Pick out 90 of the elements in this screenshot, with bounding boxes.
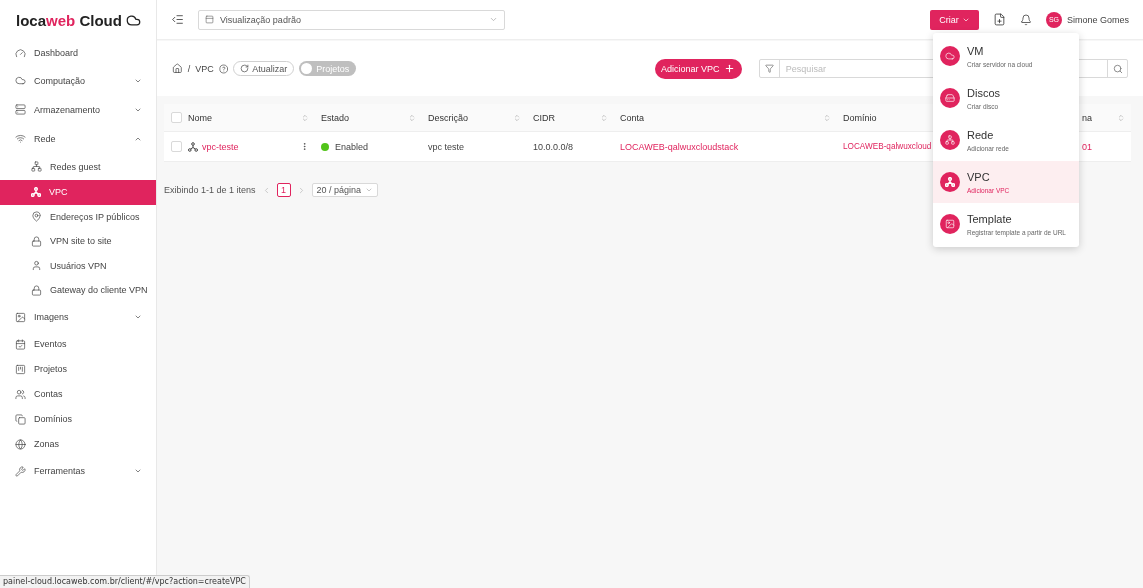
globe-icon: [15, 438, 26, 450]
chevron-down-icon: [134, 467, 142, 475]
search-icon[interactable]: [1112, 63, 1123, 74]
breadcrumb-item: VPC: [195, 63, 214, 74]
cloud-icon: [15, 75, 26, 86]
column-header: Conta: [620, 112, 646, 123]
filter-icon[interactable]: [764, 64, 774, 73]
breadcrumb-separator: /: [187, 63, 191, 74]
sidebar-item[interactable]: Redes guest: [0, 153, 156, 180]
server-icon: [15, 104, 26, 115]
sidebar-item[interactable]: Domínios: [0, 406, 156, 432]
cloud-icon: [125, 12, 141, 28]
lock-icon: [31, 235, 42, 247]
status-url: painel-cloud.locaweb.com.br/client/#/vpc?action=createVPC: [0, 575, 250, 588]
sidebar-item[interactable]: Contas: [0, 381, 156, 407]
calendar-icon: [15, 338, 26, 350]
map-pin-icon: [31, 211, 42, 223]
sidebar-item[interactable]: Computação: [0, 66, 156, 95]
column-header: Domínio: [843, 112, 878, 123]
sort-icon[interactable]: [301, 113, 309, 122]
help-icon[interactable]: [218, 63, 229, 74]
disk-icon: [940, 88, 960, 108]
refresh-icon: [240, 64, 250, 73]
logo: locaweb Cloud: [0, 0, 156, 40]
users-icon: [15, 388, 26, 400]
nodes-icon: [940, 172, 960, 192]
sort-icon[interactable]: [1117, 113, 1125, 122]
view-select[interactable]: Visualização padrão: [198, 9, 505, 30]
user-name[interactable]: Simone Gomes: [1066, 14, 1129, 25]
layout-icon: [205, 15, 214, 24]
checkbox[interactable]: [171, 112, 182, 123]
sidebar-item[interactable]: Zonas: [0, 431, 156, 457]
chevron-down-icon: [365, 186, 374, 194]
create-button[interactable]: Criar: [929, 9, 979, 30]
gauge-icon: [15, 47, 26, 59]
account-link[interactable]: LOCAWEB-qalwuxcloudstack: [620, 141, 739, 152]
sidebar-item[interactable]: Rede: [0, 124, 156, 153]
checkbox[interactable]: [171, 141, 182, 152]
wifi-icon: [15, 133, 26, 144]
domain-link[interactable]: LOCAWEB-qalwuxcloud: [843, 142, 932, 151]
plus-icon: [724, 63, 736, 74]
menu-fold-icon[interactable]: [171, 13, 184, 26]
nodes-icon: [188, 141, 198, 152]
more-icon[interactable]: [300, 142, 309, 151]
sidebar-item[interactable]: Dashboard: [0, 40, 156, 66]
page-button[interactable]: 1: [276, 183, 291, 197]
refresh-button[interactable]: Atualizar: [233, 61, 295, 76]
column-header: Nome: [188, 112, 213, 123]
vpc-link[interactable]: vpc-teste: [202, 141, 296, 152]
column-header: Estado: [321, 112, 351, 123]
file-plus-icon[interactable]: [992, 13, 1006, 26]
table-cell: vpc teste: [428, 141, 465, 152]
sidebar-item[interactable]: Armazenamento: [0, 95, 156, 124]
network-icon: [940, 130, 960, 150]
table-cell: 01: [1082, 141, 1092, 152]
image-icon: [15, 311, 26, 323]
page-size-select[interactable]: 20 / página: [311, 183, 379, 197]
sidebar-item[interactable]: VPC: [0, 180, 156, 205]
image-icon: [940, 214, 960, 234]
sort-icon[interactable]: [408, 113, 416, 122]
board-icon: [15, 363, 26, 375]
sidebar-item[interactable]: Endereços IP públicos: [0, 204, 156, 229]
status-text: Enabled: [335, 141, 369, 152]
column-header: Descrição: [428, 112, 469, 123]
sidebar-item[interactable]: Imagens: [0, 302, 156, 332]
sort-icon[interactable]: [823, 113, 831, 122]
user-icon: [31, 260, 42, 272]
cloud-icon: [940, 46, 960, 66]
home-icon[interactable]: [172, 63, 183, 74]
sidebar-item[interactable]: Gateway do cliente VPN: [0, 278, 156, 303]
pagination-summary: Exibindo 1-1 de 1 itens: [164, 185, 256, 195]
add-vpc-button[interactable]: Adicionar VPC: [654, 58, 742, 79]
nodes-icon: [31, 187, 41, 198]
wrench-icon: [15, 465, 26, 477]
sidebar-item[interactable]: Projetos: [0, 356, 156, 382]
sidebar-item[interactable]: Usuários VPN: [0, 253, 156, 278]
chevron-down-icon: [489, 15, 498, 24]
bell-icon[interactable]: [1019, 13, 1032, 26]
column-header: CIDR: [533, 112, 556, 123]
chevron-down-icon: [134, 313, 142, 321]
sidebar-item[interactable]: Ferramentas: [0, 456, 156, 486]
network-icon: [31, 161, 42, 172]
column-header: na: [1082, 112, 1093, 123]
sidebar-item[interactable]: Eventos: [0, 331, 156, 357]
sort-icon[interactable]: [513, 113, 521, 122]
sort-icon[interactable]: [600, 113, 608, 122]
copy-icon: [15, 413, 26, 425]
lock-icon: [31, 284, 42, 296]
table-cell: 10.0.0.0/8: [533, 141, 574, 152]
sidebar-item[interactable]: VPN site to site: [0, 229, 156, 254]
